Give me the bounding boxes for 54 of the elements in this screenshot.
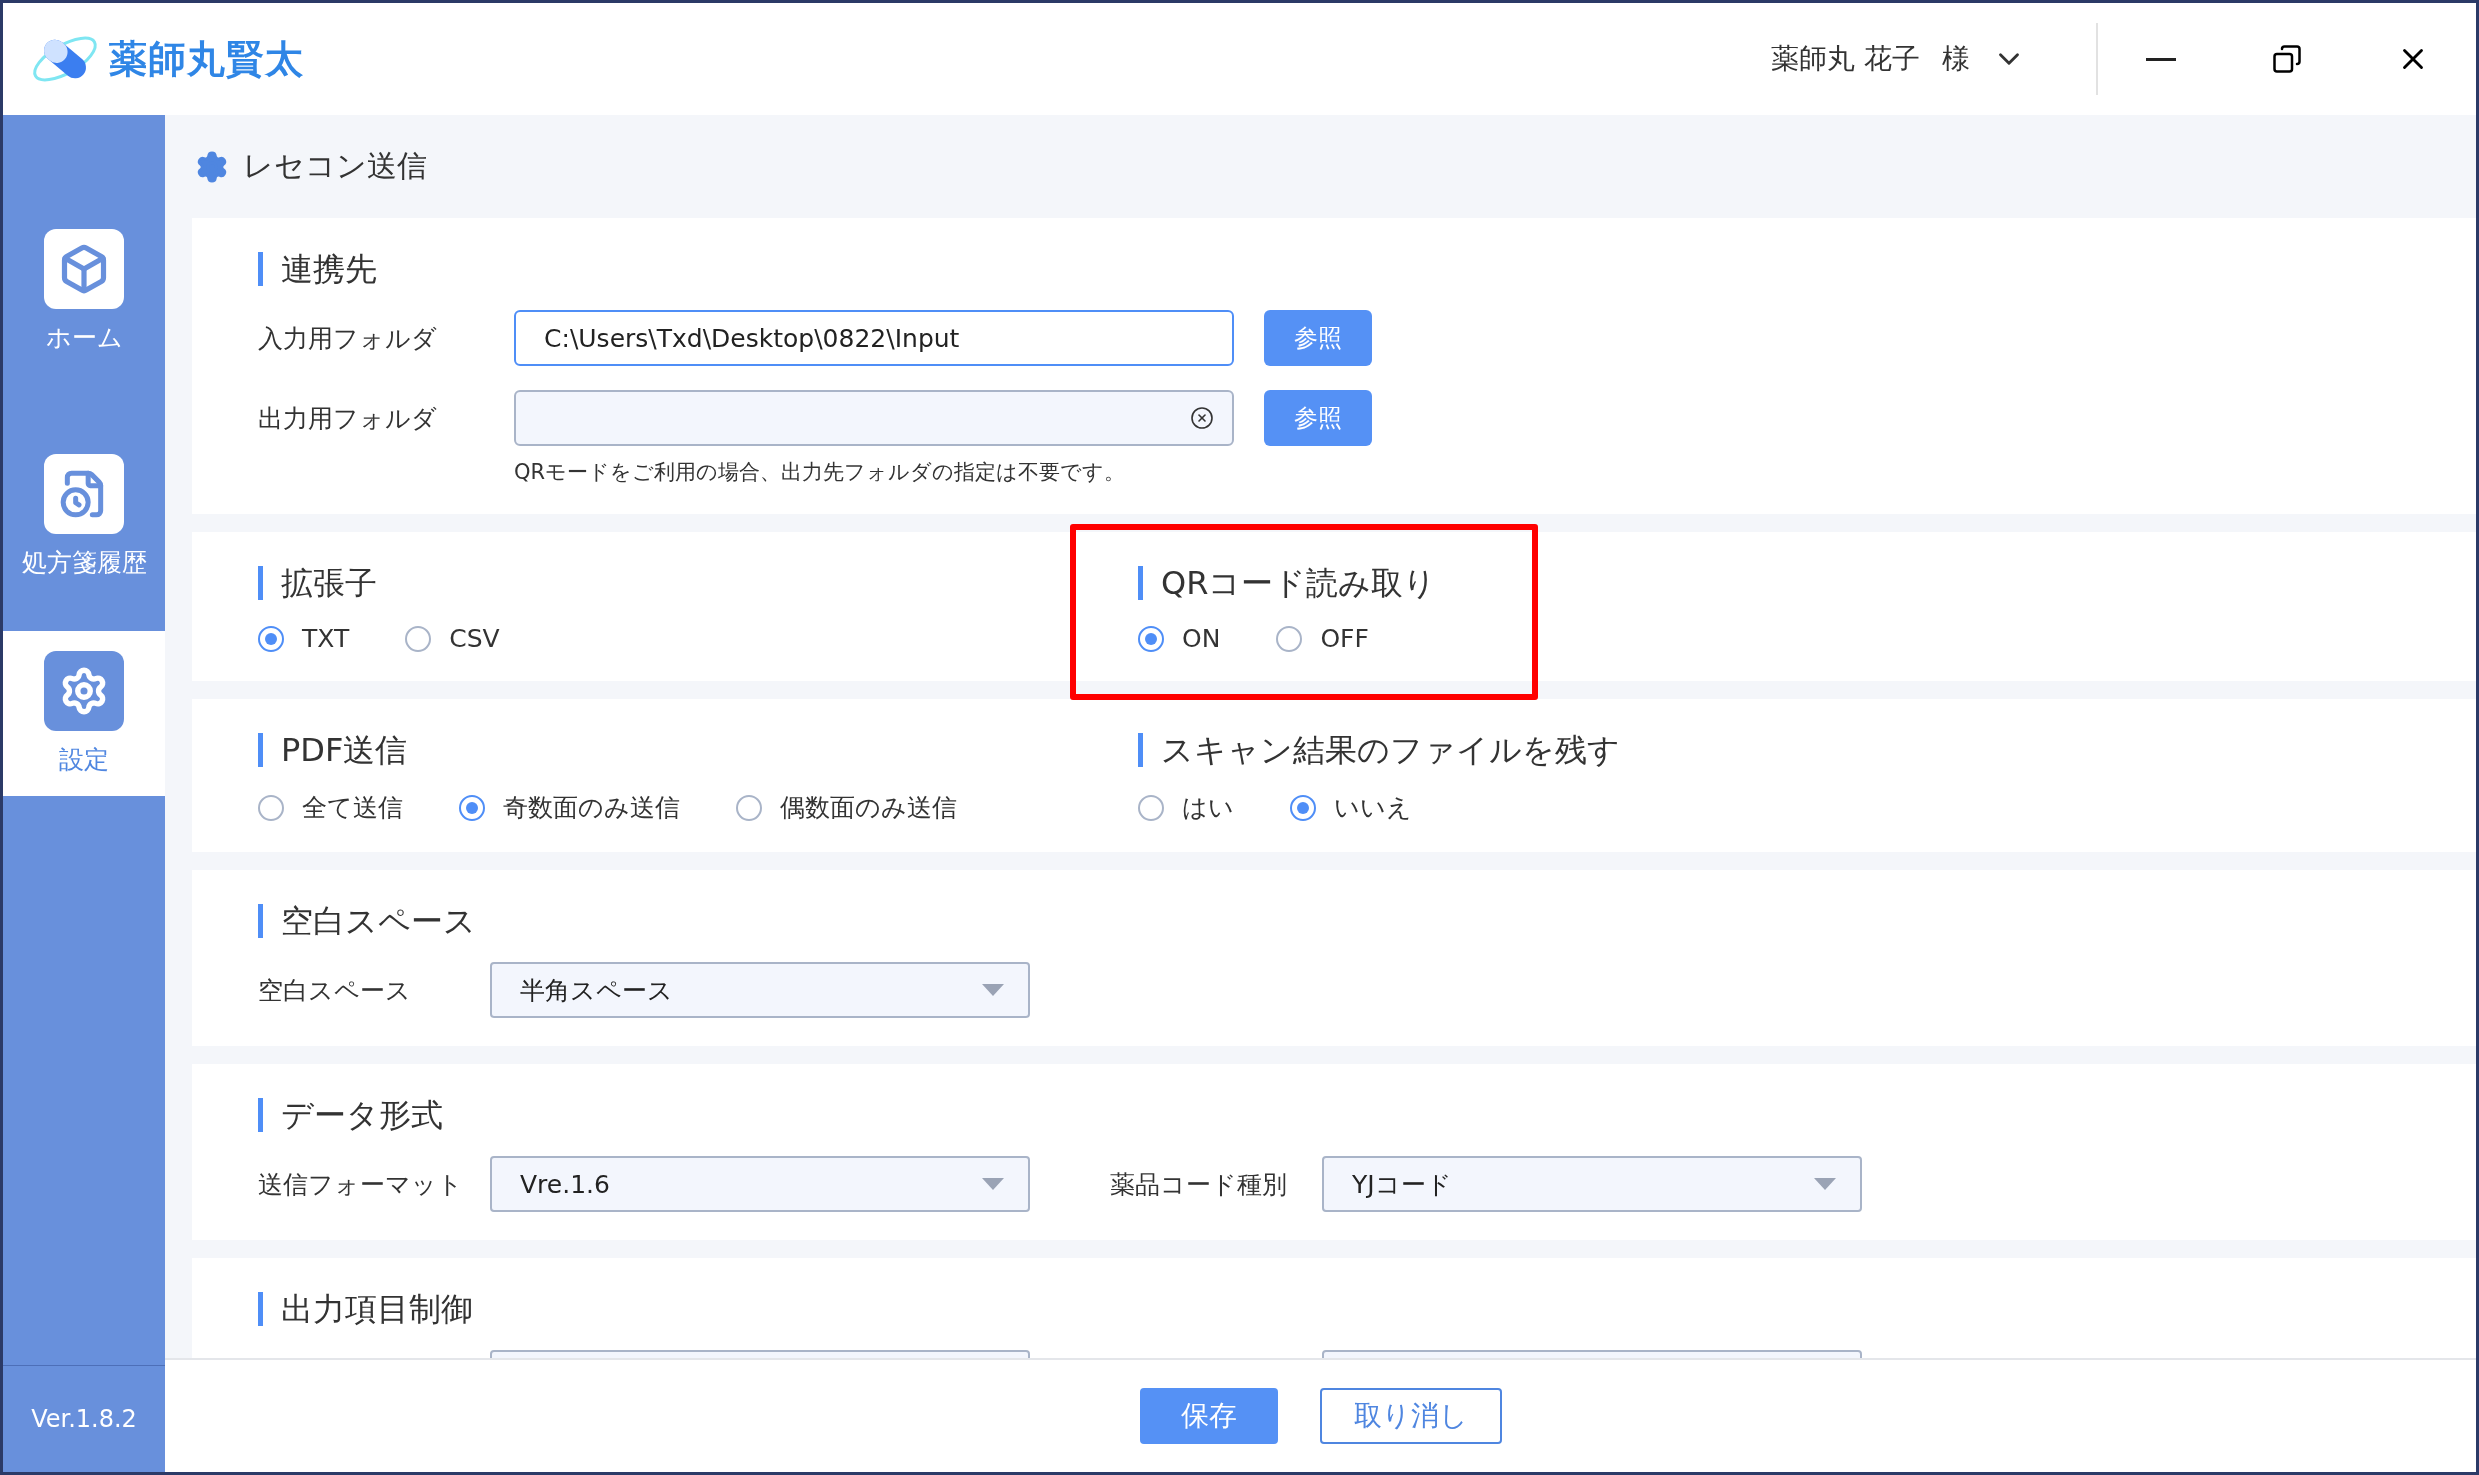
radio-button[interactable] — [736, 794, 762, 821]
cancel-button[interactable]: 取り消し — [1319, 1388, 1502, 1444]
sidebar-item[interactable]: 設定 — [3, 631, 165, 796]
radio-button[interactable] — [1138, 625, 1164, 652]
caret-icon — [1814, 1178, 1836, 1190]
radio-label: いいえ — [1334, 792, 1412, 824]
radio-label: 全て送信 — [302, 792, 403, 824]
clear-icon[interactable] — [1190, 406, 1214, 430]
section-title: スキャン結果のファイルを残す — [1138, 733, 1620, 767]
section-title: 拡張子 — [258, 566, 377, 600]
app-title: 薬師丸賢太 — [109, 35, 304, 83]
radio-button[interactable] — [1290, 794, 1316, 821]
sidebar-item[interactable]: 処方箋履歴 — [3, 401, 165, 631]
section-title: データ形式 — [258, 1098, 443, 1132]
browse-button[interactable]: 参照 — [1264, 390, 1372, 446]
radio-button[interactable] — [258, 625, 284, 652]
field-label: 送信フォーマット — [258, 1168, 464, 1201]
browse-button[interactable]: 参照 — [1264, 310, 1372, 366]
dropdown[interactable]: Vre.1.6 — [490, 1156, 1030, 1212]
section-title: PDF送信 — [258, 733, 408, 767]
radio-label: 偶数面のみ送信 — [780, 792, 957, 824]
folder-field[interactable]: C:\Users\Txd\Desktop\0822\Input — [514, 310, 1234, 366]
radio-label: はい — [1182, 792, 1234, 824]
help-text: QRモードをご利用の場合、出力先フォルダの指定は不要です。 — [514, 459, 1127, 486]
caret-icon — [982, 984, 1004, 996]
settings-icon — [195, 149, 229, 184]
field-label: 空白スペース — [258, 974, 412, 1007]
dropdown[interactable]: YJコード — [1322, 1156, 1862, 1212]
radio-label: TXT — [302, 624, 350, 653]
radio-button[interactable] — [405, 625, 432, 652]
radio-label: ON — [1182, 624, 1221, 653]
radio-button[interactable] — [1276, 625, 1303, 652]
radio-label: 奇数面のみ送信 — [503, 792, 680, 824]
save-button[interactable]: 保存 — [1139, 1388, 1278, 1444]
section-title: 空白スペース — [258, 904, 476, 938]
section-title: 連携先 — [258, 252, 377, 286]
radio-button[interactable] — [1138, 794, 1164, 821]
sidebar-item[interactable]: ホーム — [3, 181, 165, 401]
page-title: レセコン送信 — [243, 147, 427, 185]
minimize-icon — [2146, 57, 2176, 61]
radio-label: CSV — [449, 624, 500, 653]
folder-field[interactable] — [514, 390, 1234, 446]
field-label: 薬品コード種別 — [1110, 1168, 1288, 1201]
restore-icon — [2272, 44, 2302, 74]
radio-button[interactable] — [258, 794, 284, 821]
radio-label: OFF — [1320, 624, 1369, 653]
section-title: QRコード読み取り — [1138, 566, 1437, 600]
field-label: 入力用フォルダ — [258, 322, 438, 355]
user-menu[interactable]: 薬師丸 花子 様 — [1771, 40, 2096, 78]
caret-icon — [982, 1178, 1004, 1190]
field-label: 出力用フォルダ — [258, 402, 438, 435]
dropdown[interactable]: 半角スペース — [490, 962, 1030, 1018]
radio-button[interactable] — [459, 794, 485, 821]
section-title: 出力項目制御 — [258, 1292, 473, 1326]
